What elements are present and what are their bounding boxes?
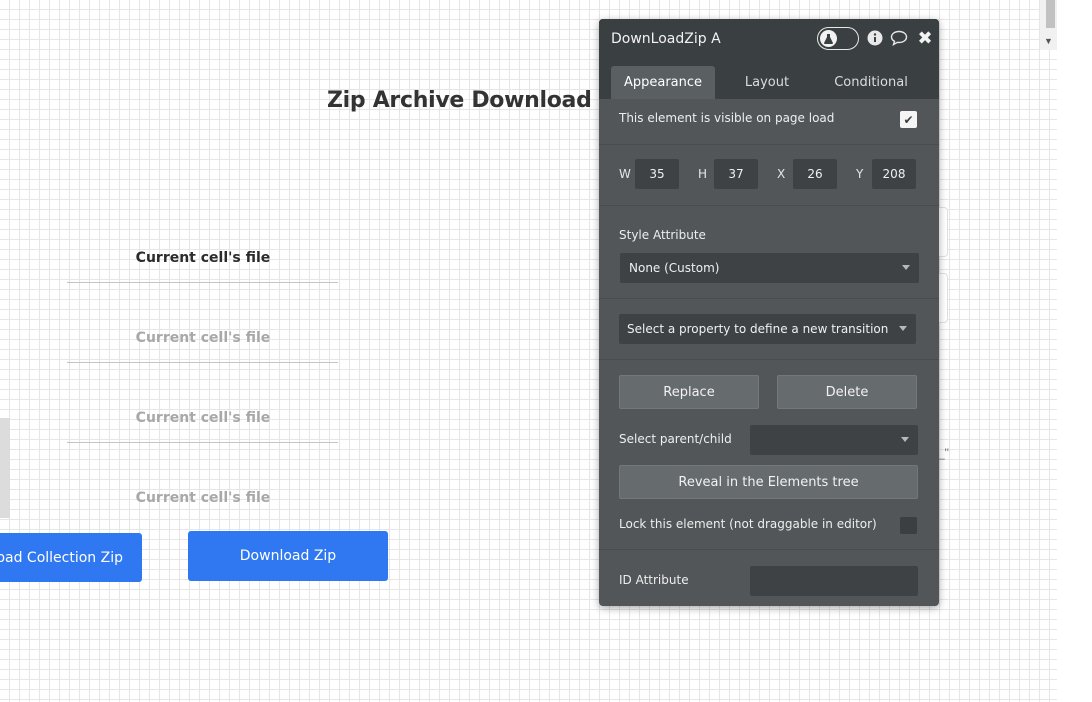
delete-button[interactable]: Delete	[777, 375, 917, 409]
id-attribute-label: ID Attribute	[619, 573, 689, 587]
select-parent-child-label: Select parent/child	[619, 432, 732, 446]
tab-appearance[interactable]: Appearance	[611, 66, 715, 99]
width-label: W	[619, 167, 631, 181]
repeating-cell-file-label[interactable]: Current cell's file	[68, 410, 338, 426]
lock-element-label: Lock this element (not draggable in edit…	[619, 517, 877, 531]
replace-button[interactable]: Replace	[619, 375, 759, 409]
cell-divider	[67, 282, 338, 283]
height-label: H	[698, 167, 708, 181]
lock-element-checkbox[interactable]	[900, 517, 917, 534]
panel-header[interactable]: DownLoadZip A ✖	[599, 19, 939, 61]
divider	[599, 144, 939, 145]
flask-icon	[820, 30, 837, 47]
chevron-down-icon	[899, 326, 907, 331]
repeating-cell-file-label[interactable]: Current cell's file	[68, 490, 338, 506]
repeating-cell-file-label[interactable]: Current cell's file	[68, 250, 338, 266]
download-collection-zip-button[interactable]: load Collection Zip	[0, 533, 142, 582]
element-name[interactable]: DownLoadZip A	[611, 31, 721, 47]
visible-on-load-checkbox[interactable]: ✔	[900, 111, 917, 128]
style-attribute-dropdown[interactable]: None (Custom)	[620, 253, 919, 283]
divider	[599, 359, 939, 360]
download-zip-button[interactable]: Download Zip	[188, 531, 388, 581]
divider	[599, 298, 939, 299]
divider	[599, 205, 939, 206]
close-icon[interactable]: ✖	[916, 28, 934, 49]
height-input[interactable]: 37	[714, 159, 758, 189]
page-heading[interactable]: Zip Archive Download	[327, 88, 592, 113]
style-attribute-label: Style Attribute	[619, 228, 706, 242]
property-editor-panel: DownLoadZip A ✖ Appearance Layout Condit…	[599, 19, 939, 606]
x-input[interactable]: 26	[793, 159, 837, 189]
tab-conditional[interactable]: Conditional	[821, 66, 921, 99]
cell-divider	[67, 362, 338, 363]
style-attribute-value: None (Custom)	[629, 261, 720, 275]
repeating-cell-file-label[interactable]: Current cell's file	[68, 330, 338, 346]
width-input[interactable]: 35	[635, 159, 679, 189]
panel-tabs: Appearance Layout Conditional	[599, 61, 939, 99]
divider	[599, 549, 939, 550]
transition-placeholder: Select a property to define a new transi…	[627, 322, 889, 336]
y-input[interactable]: 208	[872, 159, 916, 189]
reveal-in-elements-tree-button[interactable]: Reveal in the Elements tree	[619, 465, 918, 499]
select-parent-child-dropdown[interactable]	[750, 425, 918, 455]
scroll-down-arrow-icon[interactable]: ▼	[1044, 36, 1053, 46]
info-icon[interactable]	[866, 29, 884, 47]
hidden-text-fragment: _"	[938, 446, 949, 460]
x-label: X	[777, 167, 786, 181]
cell-divider	[67, 442, 338, 443]
check-icon: ✔	[903, 112, 914, 127]
chevron-down-icon	[902, 265, 910, 270]
tab-layout[interactable]: Layout	[719, 66, 815, 99]
comment-icon[interactable]	[890, 29, 908, 47]
id-attribute-input[interactable]	[750, 566, 918, 596]
scrollbar-thumb[interactable]	[1046, 0, 1055, 28]
chevron-down-icon	[901, 437, 909, 442]
offscreen-element-stub[interactable]	[0, 418, 10, 518]
y-label: Y	[856, 167, 864, 181]
transition-property-dropdown[interactable]: Select a property to define a new transi…	[619, 314, 916, 344]
debug-toggle[interactable]	[817, 27, 859, 50]
visible-on-load-label: This element is visible on page load	[619, 111, 835, 125]
